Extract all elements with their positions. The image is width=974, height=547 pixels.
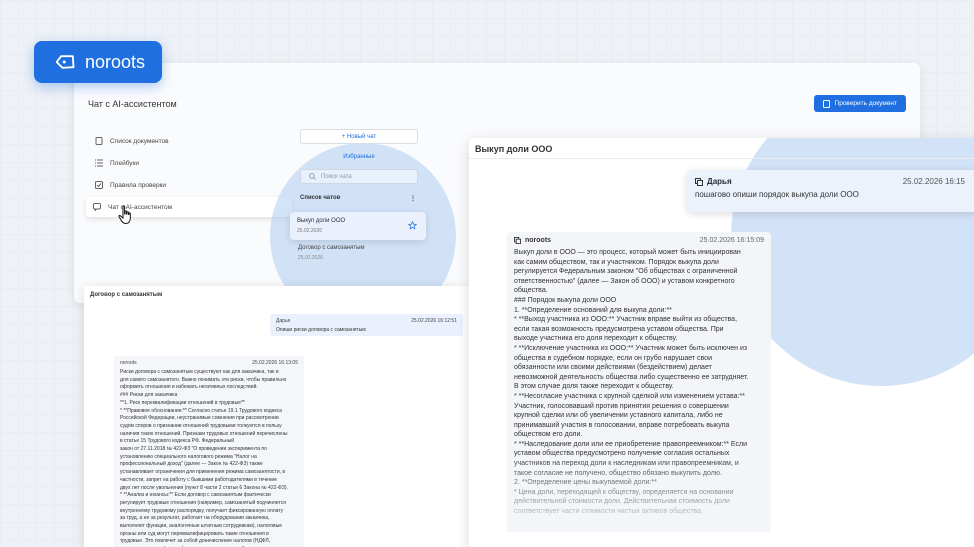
sidebar-item-ai-chat[interactable]: Чат с AI-ассистентом bbox=[86, 197, 292, 217]
chat-item[interactable]: Договор с самозанятым 25.02.2026 bbox=[298, 245, 365, 261]
document-icon bbox=[822, 99, 830, 108]
chat-window-share-buyout: Выкуп доли ООО Дарья 25.02.2026 16:15 по… bbox=[469, 138, 974, 547]
chat-list-header: Список чатов ⋮ bbox=[300, 195, 416, 202]
new-chat-button[interactable]: + Новый чат bbox=[300, 129, 418, 144]
sidebar-item-label: Плейбуки bbox=[110, 159, 140, 167]
sidebar-item-label: Список документов bbox=[110, 137, 169, 145]
copy-icon[interactable] bbox=[695, 177, 703, 186]
assistant-message: noroots 25.02.2026 16:13:05 Риски договор… bbox=[114, 356, 304, 547]
list-icon bbox=[95, 159, 103, 167]
message-text: Риски договора с самозанятым существуют … bbox=[120, 369, 290, 547]
copy-icon[interactable] bbox=[514, 237, 521, 244]
check-document-label: Проверить документ bbox=[834, 100, 897, 107]
star-icon[interactable] bbox=[408, 221, 417, 230]
message-time: 25.02.2026 16:15:09 bbox=[699, 237, 764, 244]
message-text: пошагово опиши порядок выкупа доли ООО bbox=[695, 190, 859, 199]
tag-icon bbox=[56, 55, 75, 69]
checkbox-icon bbox=[95, 181, 103, 189]
check-document-button[interactable]: Проверить документ bbox=[813, 95, 906, 112]
chat-list-title: Список чатов bbox=[300, 195, 341, 201]
page-title: Чат с AI-ассистентом bbox=[88, 99, 177, 109]
chat-item-title: Выкуп доли ООО bbox=[297, 218, 346, 224]
message-time: 25.02.2026 16:15 bbox=[902, 177, 965, 186]
assistant-name: noroots bbox=[120, 360, 137, 366]
brand-name: noroots bbox=[85, 51, 146, 72]
message-text: Опиши риски договора с самозанятым bbox=[276, 327, 366, 333]
chat-title: Договор с самозанятым bbox=[90, 292, 163, 298]
sidebar-item-playbooks[interactable]: Плейбуки bbox=[88, 153, 288, 173]
message-time: 25.02.2026 16:12:51 bbox=[411, 318, 457, 324]
divider bbox=[469, 158, 974, 159]
search-icon bbox=[309, 173, 316, 180]
hand-cursor-icon bbox=[118, 205, 131, 225]
search-input[interactable]: Поиск чата bbox=[300, 169, 418, 184]
user-name: Дарья bbox=[707, 177, 732, 186]
more-icon[interactable]: ⋮ bbox=[410, 195, 416, 202]
document-icon bbox=[95, 137, 103, 145]
sidebar-item-label: Правила проверки bbox=[110, 181, 167, 189]
chat-item-title: Договор с самозанятым bbox=[298, 245, 365, 251]
sidebar-item-rules[interactable]: Правила проверки bbox=[88, 175, 288, 195]
assistant-message: noroots 25.02.2026 16:15:09 Выкуп доли в… bbox=[507, 232, 771, 532]
assistant-name: noroots bbox=[525, 237, 552, 244]
chat-item-active[interactable]: Выкуп доли ООО 25.02.2026 bbox=[290, 212, 426, 240]
user-name: Дарья bbox=[276, 318, 291, 324]
tab-favorites[interactable]: Избранные bbox=[294, 154, 424, 160]
chat-item-date: 25.02.2026 bbox=[298, 255, 324, 261]
sidebar-item-documents[interactable]: Список документов bbox=[88, 131, 288, 151]
chat-item-date: 25.02.2026 bbox=[297, 228, 323, 234]
brand-logo: noroots bbox=[34, 41, 162, 83]
user-message: Дарья 25.02.2026 16:12:51 Опиши риски дог… bbox=[270, 314, 463, 336]
chat-list-panel: + Новый чат Избранные Поиск чата Список … bbox=[290, 123, 426, 298]
chat-window-self-employed: Договор с самозанятым Дарья 25.02.2026 16… bbox=[84, 286, 470, 547]
chat-icon bbox=[93, 203, 101, 211]
user-message: Дарья 25.02.2026 16:15 пошагово опиши по… bbox=[687, 170, 974, 212]
search-placeholder: Поиск чата bbox=[321, 173, 352, 180]
message-time: 25.02.2026 16:13:05 bbox=[252, 360, 298, 366]
text-fade bbox=[507, 452, 771, 532]
